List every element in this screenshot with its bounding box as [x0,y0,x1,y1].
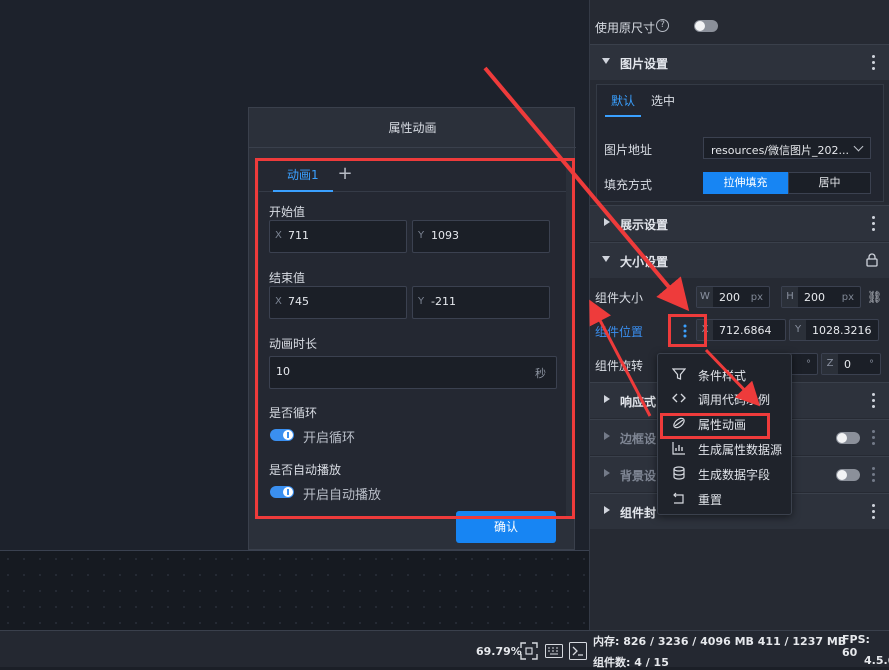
zoom-level: 69.79% [476,645,522,658]
component-count: 组件数: 4 / 15 [593,656,669,669]
status-bar: 69.79% 内存: 826 / 3236 / 4096 MB 411 / 12… [0,630,889,669]
annotation-arrows [483,66,761,417]
keyboard-icon[interactable] [545,644,563,658]
memory-readout: 内存: 826 / 3236 / 4096 MB 411 / 1237 MB [593,635,847,648]
version-label: 4.5.6 [864,654,889,667]
terminal-icon[interactable] [569,642,587,660]
fit-screen-icon[interactable] [520,642,538,660]
